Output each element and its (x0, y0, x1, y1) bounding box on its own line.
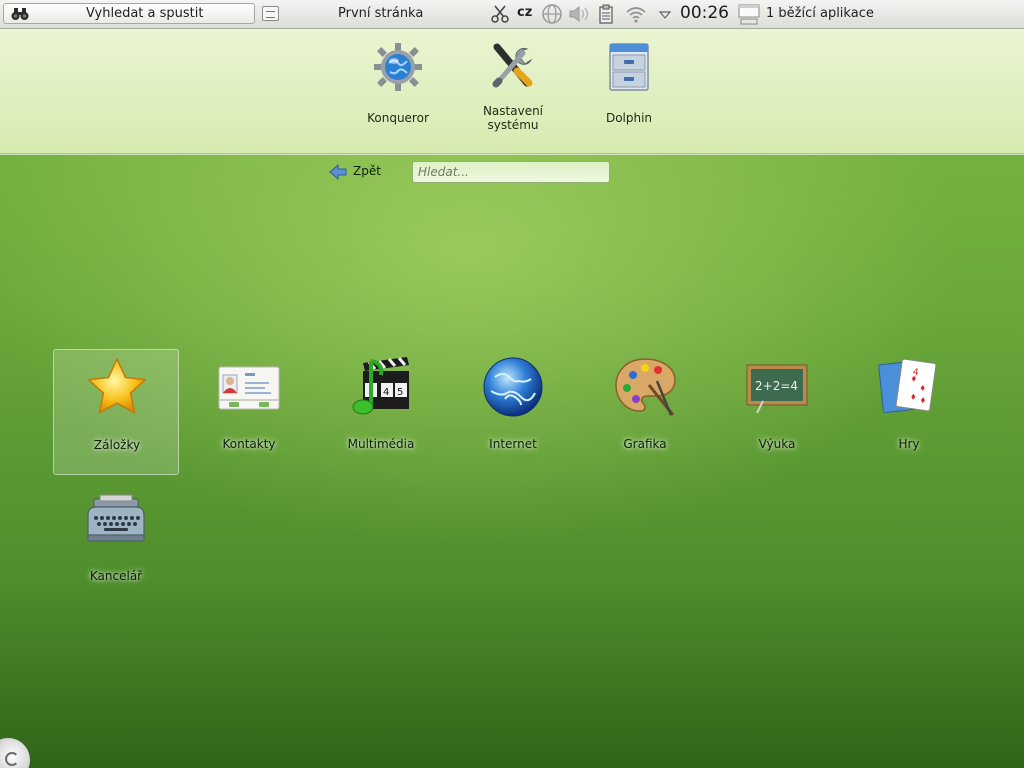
globe-icon (483, 357, 543, 417)
category-office[interactable]: Kancelář (53, 481, 179, 607)
favorite-label: Nastavení systému (482, 104, 544, 132)
typewriter-icon (87, 494, 145, 542)
category-contacts[interactable]: Kontakty (186, 349, 312, 475)
category-label: Grafika (623, 437, 667, 451)
scissors-icon[interactable] (490, 4, 510, 24)
clipboard-icon[interactable] (596, 4, 616, 24)
svg-text:2+2=4: 2+2=4 (755, 379, 798, 393)
contacts-card-icon (218, 366, 280, 410)
category-internet[interactable]: Internet (450, 349, 576, 475)
palette-icon (615, 358, 676, 416)
wifi-icon[interactable] (624, 4, 648, 24)
category-games[interactable]: 4 Hry (846, 349, 972, 475)
category-education[interactable]: 2+2=4 Výuka (714, 349, 840, 475)
favorites-strip: Konqueror Nastavení systému Dolphin (0, 29, 1024, 154)
desktop: Vyhledat a spustit První stránka cz 00:2… (0, 0, 1024, 768)
category-bookmarks[interactable]: Záložky (53, 349, 179, 475)
category-label: Kontakty (222, 437, 276, 451)
favorite-label: Konqueror (367, 111, 429, 125)
category-graphics[interactable]: Grafika (582, 349, 708, 475)
favorite-label: Dolphin (605, 111, 653, 125)
favorite-konqueror[interactable]: Konqueror (338, 29, 458, 153)
binoculars-icon (11, 8, 29, 20)
volume-icon[interactable] (567, 4, 591, 24)
dolphin-icon (609, 43, 649, 91)
category-label: Výuka (758, 437, 796, 451)
favorite-system-settings[interactable]: Nastavení systému (453, 29, 573, 153)
category-label: Internet (489, 437, 537, 451)
playing-cards-icon: 4 (878, 358, 937, 413)
category-multimedia[interactable]: 4 5 Multimédia (318, 349, 444, 475)
category-label: Hry (898, 437, 920, 451)
activities-corner-button[interactable] (0, 738, 30, 768)
launcher-label: Vyhledat a spustit (86, 6, 204, 21)
running-apps-label[interactable]: 1 běžící aplikace (766, 6, 874, 21)
multimedia-icon: 4 5 (352, 357, 409, 415)
system-settings-icon (492, 43, 533, 88)
search-input[interactable] (412, 161, 610, 183)
page-title: První stránka (338, 6, 424, 21)
bookmarks-star-icon (87, 358, 147, 414)
svg-text:5: 5 (397, 387, 403, 398)
top-panel: Vyhledat a spustit První stránka cz 00:2… (0, 0, 1024, 29)
category-label: Záložky (93, 438, 141, 452)
category-label: Multimédia (347, 437, 415, 451)
arrow-left-icon (329, 164, 347, 180)
back-button[interactable]: Zpět (329, 163, 389, 181)
show-dashboard-button[interactable] (262, 6, 279, 21)
konqueror-icon (374, 43, 422, 91)
network-icon[interactable] (540, 4, 564, 24)
svg-text:4: 4 (383, 387, 389, 398)
favorite-dolphin[interactable]: Dolphin (569, 29, 689, 153)
clock[interactable]: 00:26 (680, 3, 729, 23)
category-label: Kancelář (89, 569, 143, 583)
chalkboard-icon: 2+2=4 (746, 364, 808, 414)
keyboard-layout-indicator[interactable]: cz (517, 5, 532, 20)
chevron-down-icon[interactable] (658, 4, 672, 24)
search-and-launch-button[interactable]: Vyhledat a spustit (3, 3, 255, 24)
task-manager-icon[interactable] (737, 3, 761, 25)
back-label: Zpět (353, 164, 381, 178)
